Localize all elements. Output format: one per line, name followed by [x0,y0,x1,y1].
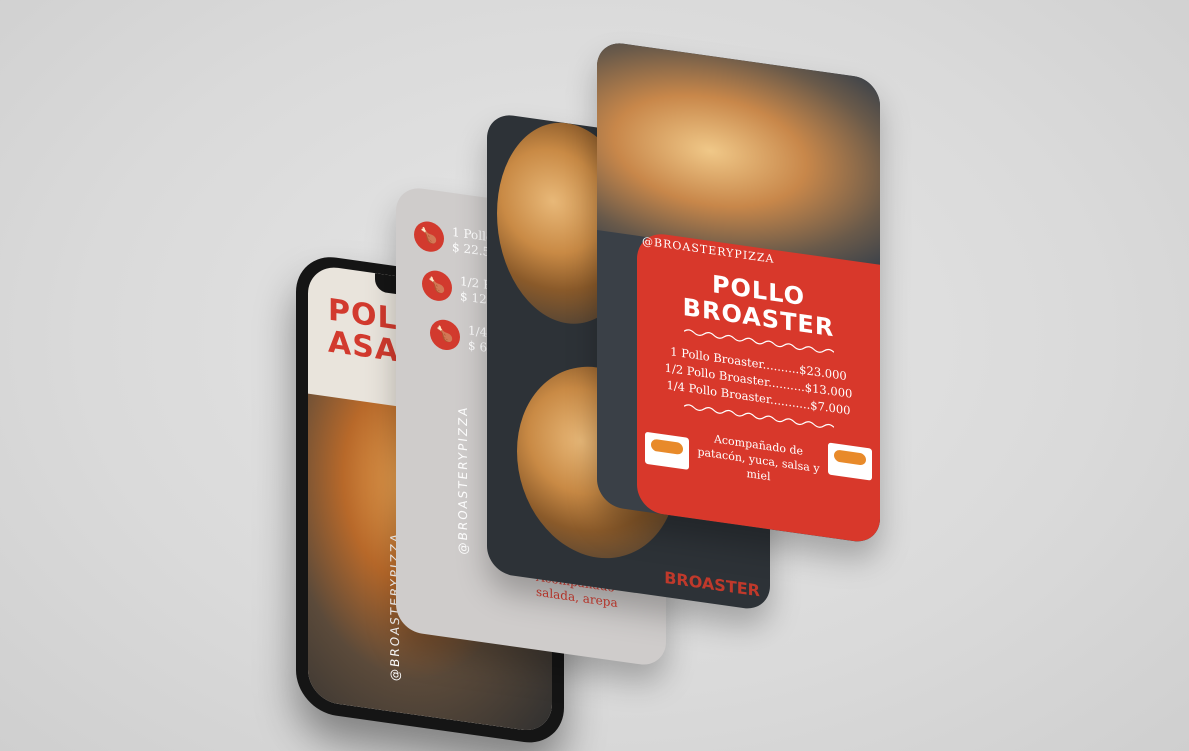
side-text: Acompañado de patacón, yuca, salsa y mie… [697,432,820,484]
chicken-basket-icon: 🍗 [430,317,460,352]
chicken-basket-icon: 🍗 [422,268,452,303]
broaster-label: BROASTER [664,567,760,601]
menu-panel: POLLO BROASTER 1 Pollo Broaster.........… [637,230,880,545]
chicken-basket-icon: 🍗 [414,219,444,254]
chicken-box-icon [828,442,872,481]
fried-chicken-photo [597,40,880,270]
screen-pollo-broaster: @BROASTERYPIZZA POLLO BROASTER 1 Pollo B… [597,40,880,545]
chicken-box-icon [645,431,689,470]
menu-title: POLLO BROASTER [637,261,880,349]
brand-handle: @BROASTERYPIZZA [456,404,470,556]
